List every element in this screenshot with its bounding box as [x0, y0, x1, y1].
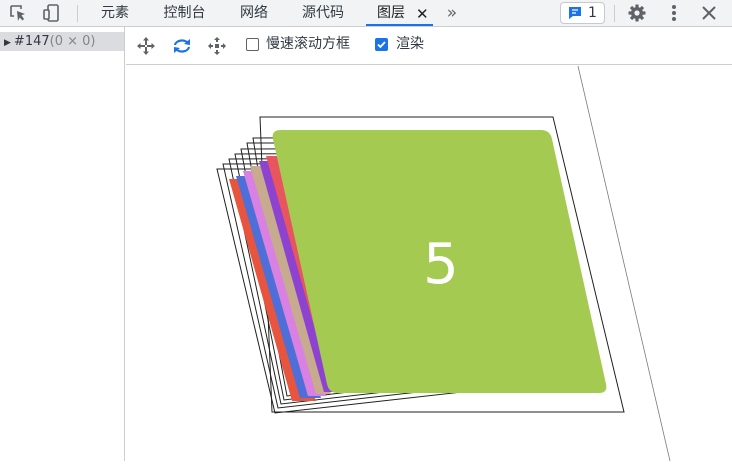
inspect-element-icon[interactable]	[6, 2, 30, 24]
slow-scroll-label[interactable]: 慢速滚动方框	[266, 36, 350, 53]
tab-elements[interactable]: 元素	[90, 0, 140, 26]
kebab-menu-icon[interactable]	[662, 2, 686, 24]
device-toggle-icon[interactable]	[40, 2, 64, 24]
slow-scroll-checkbox[interactable]	[246, 38, 259, 51]
gear-icon[interactable]	[625, 2, 649, 24]
chat-icon	[569, 7, 581, 19]
tabbar-separator	[614, 5, 615, 22]
tab-console[interactable]: 控制台	[152, 0, 217, 26]
tab-layers-label: 图层	[377, 5, 405, 21]
tab-sources[interactable]: 源代码	[291, 0, 355, 26]
layers-canvas[interactable]: 5	[126, 65, 732, 462]
rotate-icon[interactable]	[171, 35, 193, 57]
layers-3d-viewport[interactable]: 5	[126, 65, 732, 462]
layers-toolbar: 慢速滚动方框 渲染	[126, 27, 732, 65]
pan-icon[interactable]	[135, 35, 157, 57]
viewport-boundary-line	[577, 65, 671, 462]
issues-badge[interactable]: 1	[560, 2, 605, 24]
tree-row-root[interactable]: ▶ #147(0 × 0)	[0, 32, 124, 51]
expand-arrow-icon[interactable]: ▶	[4, 38, 11, 48]
more-tabs-icon[interactable]: »	[443, 0, 461, 26]
close-icon[interactable]	[697, 2, 721, 24]
tabbar-separator	[77, 5, 78, 22]
tree-node-label: #147	[13, 34, 50, 49]
devtools-tabbar: 元素 控制台 网络 源代码 图层 ✕ » 1	[0, 0, 732, 27]
top-layer-number: 5	[423, 232, 459, 297]
layer-fills	[229, 130, 607, 401]
paint-checkbox[interactable]	[375, 38, 388, 51]
layers-tree-panel: ▶ #147(0 × 0)	[0, 27, 125, 461]
paint-label[interactable]: 渲染	[396, 36, 424, 53]
reset-view-icon[interactable]	[206, 35, 228, 57]
issues-count: 1	[588, 5, 597, 21]
tab-close-icon[interactable]: ✕	[416, 5, 429, 23]
tab-network[interactable]: 网络	[229, 0, 279, 26]
tree-node-size: (0 × 0)	[49, 34, 96, 49]
checkmark-icon	[377, 41, 386, 49]
